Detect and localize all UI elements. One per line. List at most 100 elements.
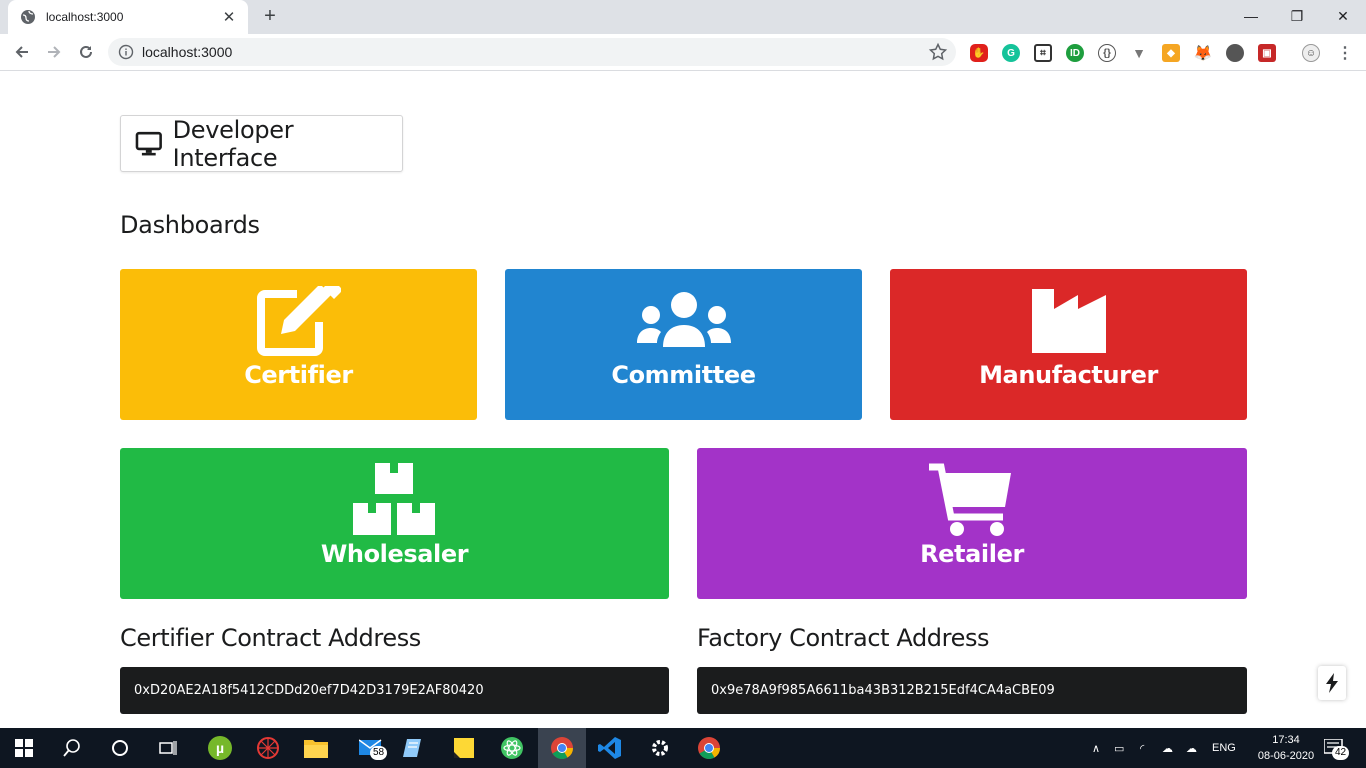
restore-button[interactable]: ❐ bbox=[1274, 0, 1320, 32]
action-center-button[interactable]: 42 bbox=[1324, 728, 1350, 768]
users-icon bbox=[636, 287, 731, 355]
developer-interface-button[interactable]: Developer Interface bbox=[120, 115, 403, 172]
cloud-sync-icon[interactable]: ☁ bbox=[1186, 728, 1197, 768]
mail-badge: 58 bbox=[370, 746, 388, 760]
chrome-app-2[interactable] bbox=[685, 728, 733, 768]
reload-icon bbox=[80, 45, 92, 58]
vscode-icon bbox=[598, 737, 621, 759]
forward-arrow-icon bbox=[48, 46, 61, 58]
sticky-note-icon bbox=[454, 738, 474, 758]
atom-app[interactable] bbox=[488, 728, 536, 768]
cortana-button[interactable] bbox=[96, 728, 144, 768]
factory-contract-address: 0x9e78A9f985A6611ba43B312B215Edf4CA4aCBE… bbox=[697, 667, 1247, 714]
notebook-icon bbox=[403, 739, 421, 757]
start-button[interactable] bbox=[0, 728, 48, 768]
adblock-extension-icon[interactable]: ✋ bbox=[970, 44, 988, 62]
show-hidden-icons[interactable]: ∧ bbox=[1092, 728, 1100, 768]
search-button[interactable] bbox=[48, 728, 96, 768]
notes-app[interactable] bbox=[390, 728, 438, 768]
windows-taskbar: µ 58 ∧ ▭ ◜ ☁ ☁ ENG 17:34 08-06-2020 42 bbox=[0, 728, 1366, 768]
dark-extension-icon[interactable] bbox=[1226, 44, 1244, 62]
windows-logo-icon bbox=[15, 739, 33, 757]
mail-app[interactable]: 58 bbox=[348, 728, 396, 768]
language-indicator[interactable]: ENG bbox=[1212, 728, 1236, 768]
factory-icon bbox=[1031, 287, 1106, 355]
vscode-app[interactable] bbox=[586, 728, 634, 768]
orange-extension-icon[interactable]: ◆ bbox=[1162, 44, 1180, 62]
notification-badge: 42 bbox=[1332, 746, 1350, 760]
clock[interactable]: 17:34 08-06-2020 bbox=[1256, 732, 1316, 764]
certifier-contract-heading: Certifier Contract Address bbox=[120, 624, 421, 652]
browser-toolbar: localhost:3000 ✋ G ⌗ ID {} ▼ ◆ 🦊 ▣ ☺ ⋮ bbox=[0, 34, 1366, 71]
sticky-notes-app[interactable] bbox=[440, 728, 488, 768]
task-view-icon bbox=[159, 741, 177, 755]
chrome-icon bbox=[698, 737, 720, 759]
address-bar[interactable]: localhost:3000 bbox=[108, 38, 956, 66]
battery-icon[interactable]: ▭ bbox=[1114, 728, 1124, 768]
cart-icon bbox=[929, 463, 1015, 536]
browser-tab[interactable]: localhost:3000 ✕ bbox=[8, 0, 248, 34]
new-tab-button[interactable]: + bbox=[258, 4, 282, 28]
task-view-button[interactable] bbox=[144, 728, 192, 768]
folder-icon bbox=[304, 740, 328, 758]
developer-interface-label: Developer Interface bbox=[172, 115, 294, 172]
search-icon bbox=[63, 739, 80, 757]
page-content: Developer Interface Dashboards Certifier bbox=[0, 71, 1366, 728]
clock-time: 17:34 bbox=[1272, 734, 1300, 746]
minimize-button[interactable]: — bbox=[1228, 0, 1274, 32]
file-explorer-app[interactable] bbox=[292, 728, 340, 768]
spider-app[interactable] bbox=[244, 728, 292, 768]
url-text: localhost:3000 bbox=[142, 44, 233, 60]
committee-card[interactable]: Committee bbox=[505, 269, 862, 420]
tab-strip: localhost:3000 ✕ + — ❐ ✕ bbox=[0, 0, 1366, 34]
chrome-icon bbox=[551, 737, 573, 759]
utorrent-app[interactable]: µ bbox=[196, 728, 244, 768]
chevron-up-icon: ∧ bbox=[1092, 742, 1101, 755]
dashboards-heading: Dashboards bbox=[120, 211, 260, 239]
lightning-icon bbox=[1326, 673, 1338, 693]
reload-button[interactable] bbox=[72, 38, 100, 66]
gear-icon bbox=[652, 740, 668, 756]
retailer-label: Retailer bbox=[920, 540, 1024, 568]
atom-icon bbox=[501, 737, 523, 759]
profile-avatar-icon[interactable]: ☺ bbox=[1302, 44, 1320, 62]
clock-date: 08-06-2020 bbox=[1257, 750, 1315, 762]
forward-button[interactable] bbox=[40, 38, 68, 66]
cortana-icon bbox=[112, 740, 128, 756]
settings-app[interactable] bbox=[636, 728, 684, 768]
info-icon[interactable] bbox=[118, 44, 134, 60]
grammarly-extension-icon[interactable]: G bbox=[1002, 44, 1020, 62]
red-extension-icon[interactable]: ▣ bbox=[1258, 44, 1276, 62]
id-extension-icon[interactable]: ID bbox=[1066, 44, 1084, 62]
cloud-icon[interactable]: ☁ bbox=[1162, 728, 1173, 768]
vue-extension-icon[interactable]: ▼ bbox=[1130, 44, 1148, 62]
metamask-extension-icon[interactable]: 🦊 bbox=[1194, 44, 1213, 62]
menu-kebab-icon[interactable]: ⋮ bbox=[1336, 44, 1354, 62]
close-window-button[interactable]: ✕ bbox=[1320, 0, 1366, 32]
manufacturer-label: Manufacturer bbox=[979, 361, 1158, 389]
certifier-card[interactable]: Certifier bbox=[120, 269, 477, 420]
certifier-label: Certifier bbox=[244, 361, 353, 389]
screenshot-extension-icon[interactable]: ⌗ bbox=[1034, 44, 1052, 62]
chrome-app-active[interactable] bbox=[538, 728, 586, 768]
wifi-icon[interactable]: ◜ bbox=[1140, 728, 1144, 768]
back-button[interactable] bbox=[8, 38, 36, 66]
tab-close-icon[interactable]: ✕ bbox=[220, 8, 238, 26]
utorrent-icon: µ bbox=[208, 736, 232, 760]
boxes-icon bbox=[352, 463, 437, 535]
wholesaler-label: Wholesaler bbox=[320, 540, 469, 568]
edit-icon bbox=[256, 286, 341, 356]
code-extension-icon[interactable]: {} bbox=[1098, 44, 1116, 62]
lightning-button[interactable] bbox=[1318, 666, 1346, 700]
back-arrow-icon bbox=[15, 46, 28, 58]
committee-label: Committee bbox=[611, 361, 756, 389]
tab-title: localhost:3000 bbox=[46, 10, 124, 24]
wholesaler-card[interactable]: Wholesaler bbox=[120, 448, 669, 599]
globe-icon bbox=[20, 9, 36, 25]
manufacturer-card[interactable]: Manufacturer bbox=[890, 269, 1247, 420]
bookmark-star-icon[interactable] bbox=[928, 42, 948, 62]
monitor-icon bbox=[135, 131, 162, 155]
spider-web-icon bbox=[257, 737, 279, 759]
factory-contract-heading: Factory Contract Address bbox=[697, 624, 990, 652]
retailer-card[interactable]: Retailer bbox=[697, 448, 1247, 599]
